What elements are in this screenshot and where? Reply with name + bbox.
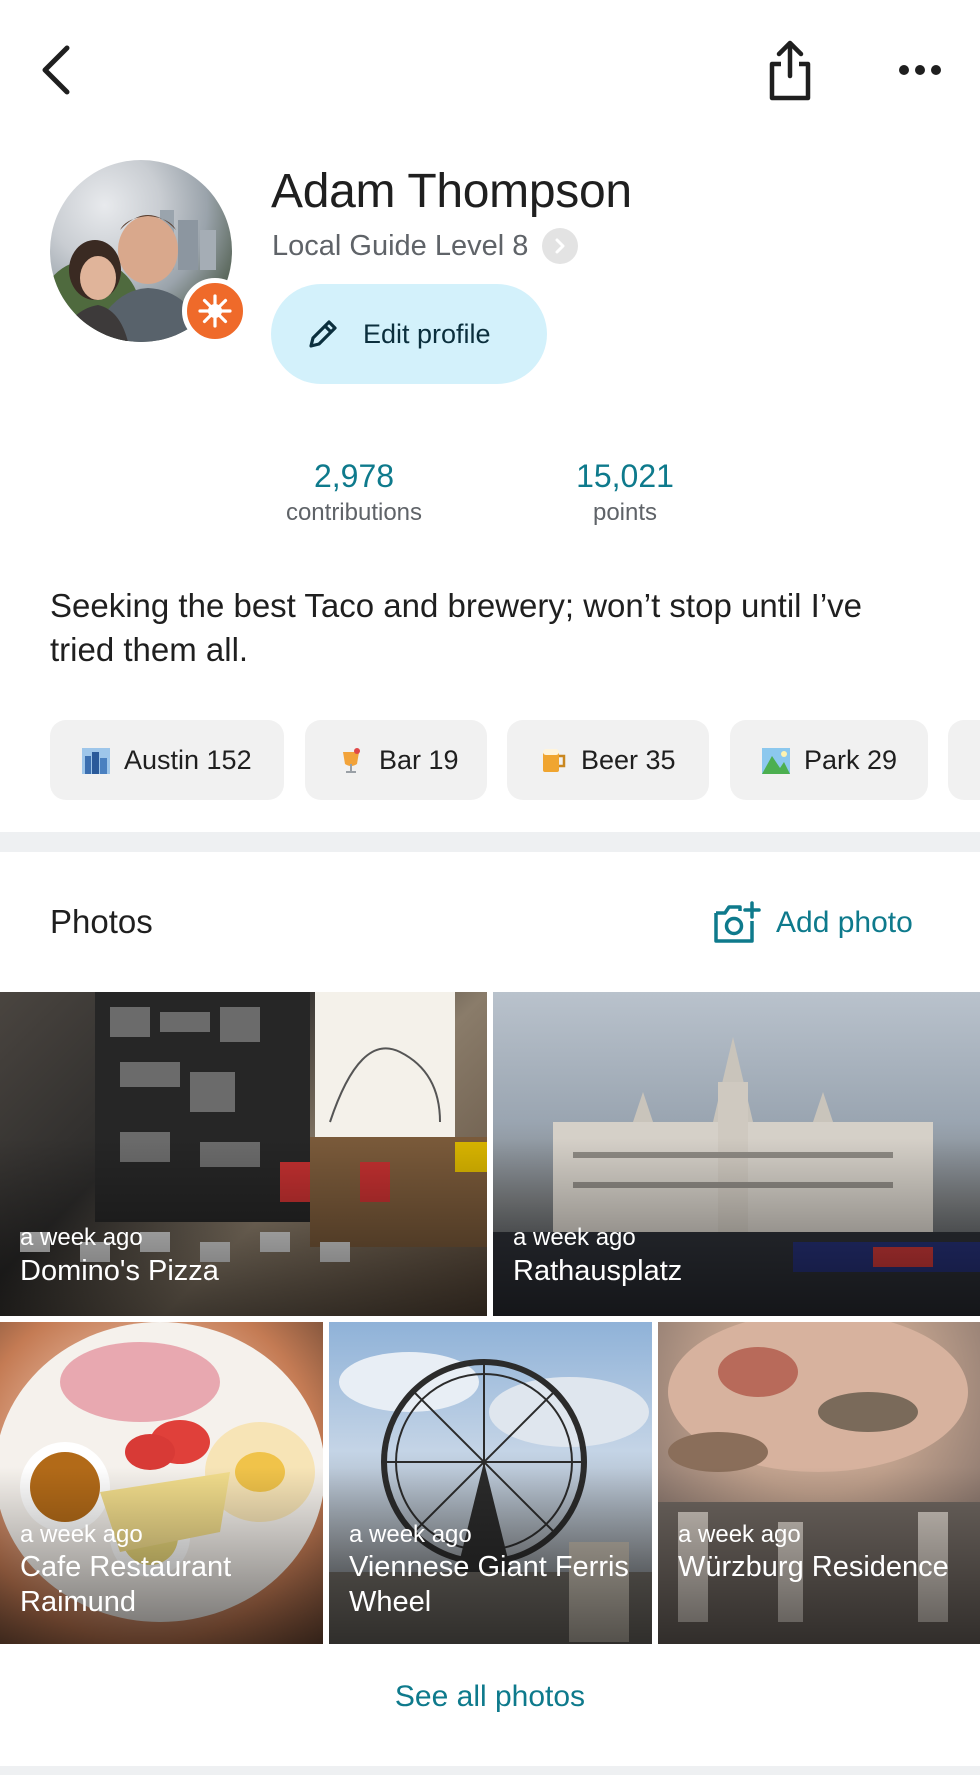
profile-bio: Seeking the best Taco and brewery; won’t… <box>50 587 863 668</box>
photo-place: Cafe Restaurant Raimund <box>20 1551 232 1618</box>
beer-icon <box>537 744 569 776</box>
see-all-photos-link[interactable]: See all photos <box>0 1680 980 1714</box>
add-photo-label: Add photo <box>776 906 913 939</box>
add-camera-icon <box>714 901 761 943</box>
contributions-label: contributions <box>285 499 423 526</box>
chevron-left-icon <box>42 45 70 95</box>
chip-park[interactable]: Park 29 <box>730 720 928 800</box>
edit-profile-button[interactable]: Edit profile <box>271 284 547 384</box>
photo-place: Domino's Pizza <box>20 1255 219 1287</box>
add-photo-button[interactable]: Add photo <box>712 898 913 948</box>
local-guide-badge <box>182 278 248 344</box>
points-value: 15,021 <box>576 458 674 494</box>
avatar-container[interactable] <box>50 160 250 350</box>
more-button[interactable] <box>892 50 948 90</box>
chip-beer[interactable]: Beer 35 <box>507 720 709 800</box>
top-bar <box>0 0 980 140</box>
photo-place: Rathausplatz <box>513 1255 683 1287</box>
photo-time: a week ago <box>20 1224 143 1251</box>
cocktail-icon <box>335 744 367 776</box>
photo-tile[interactable]: a week ago Cafe Restaurant Raimund <box>0 1322 323 1644</box>
points-label: points <box>592 499 658 526</box>
chip-label: Park 29 <box>804 744 898 775</box>
photo-time: a week ago <box>678 1521 801 1548</box>
photo-tile[interactable]: a week ago Würzburg Residence <box>658 1322 980 1644</box>
photo-place: Würzburg Residence <box>678 1551 949 1583</box>
contributions-value: 2,978 <box>313 458 395 494</box>
photo-time: a week ago <box>513 1224 636 1251</box>
starburst-icon <box>198 294 232 328</box>
level-text: Local Guide Level 8 <box>272 229 529 262</box>
contributions-stat[interactable]: 2,978 contributions <box>262 458 446 527</box>
city-icon <box>80 744 112 776</box>
points-stat[interactable]: 15,021 points <box>545 458 705 527</box>
profile-name: Adam Thompson <box>271 165 632 218</box>
photo-tile[interactable]: a week ago Domino's Pizza <box>0 992 487 1316</box>
photo-time: a week ago <box>349 1521 472 1548</box>
share-icon <box>769 40 811 101</box>
profile-page: Adam Thompson Local Guide Level 8 Edit p… <box>0 0 980 1775</box>
back-button[interactable] <box>30 38 82 102</box>
pencil-icon <box>309 320 337 348</box>
chip-more[interactable] <box>948 720 980 800</box>
photos-title: Photos <box>50 903 153 940</box>
more-horizontal-icon <box>899 65 941 75</box>
chip-label: Austin 152 <box>124 744 252 775</box>
photo-tile[interactable]: a week ago Viennese Giant Ferris Wheel <box>329 1322 652 1644</box>
photo-tile[interactable]: a week ago Rathausplatz <box>493 992 980 1316</box>
photo-place: Viennese Giant Ferris Wheel <box>349 1551 629 1618</box>
chip-label: Beer 35 <box>581 744 676 775</box>
local-guide-level[interactable]: Local Guide Level 8 <box>272 226 579 266</box>
park-icon <box>760 744 792 776</box>
level-chevron-button[interactable] <box>542 228 579 264</box>
chevron-right-icon <box>555 238 565 254</box>
bottom-divider <box>0 1766 980 1775</box>
share-button[interactable] <box>760 36 820 106</box>
chip-bar[interactable]: Bar 19 <box>305 720 487 800</box>
photo-time: a week ago <box>20 1521 143 1548</box>
section-divider <box>0 832 980 852</box>
edit-profile-label: Edit profile <box>363 318 491 349</box>
chip-austin[interactable]: Austin 152 <box>50 720 284 800</box>
category-chips: Austin 152 Bar 19 Beer 35 Park 29 <box>0 720 980 802</box>
chip-label: Bar 19 <box>379 744 459 775</box>
